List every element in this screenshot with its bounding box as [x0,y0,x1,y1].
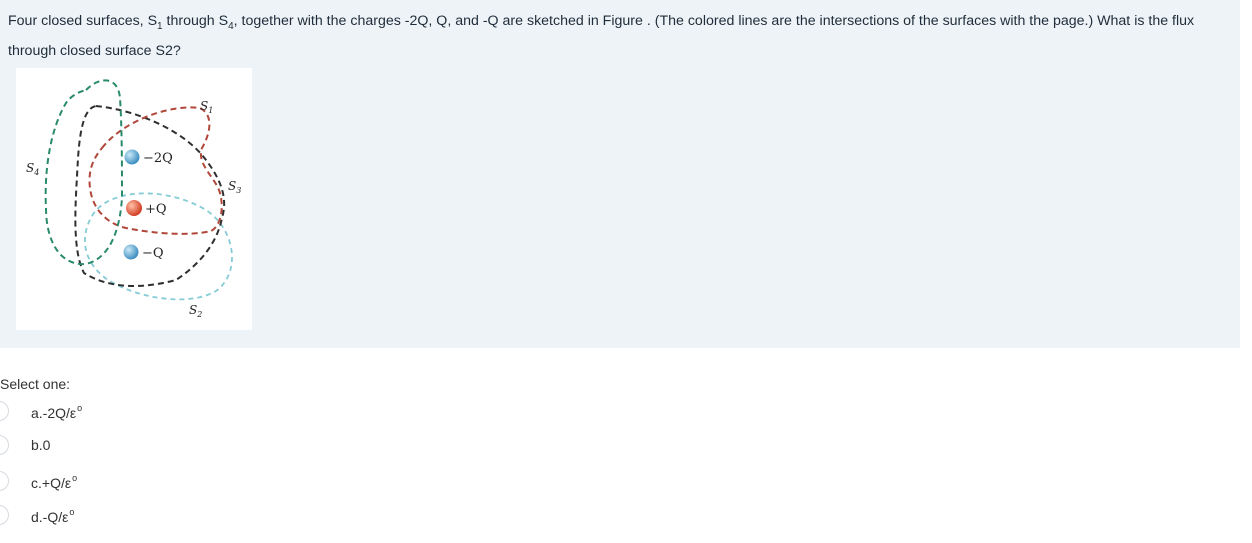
question-text-part: Four closed surfaces, S [8,13,158,29]
select-one-prompt: Select one: [0,376,71,392]
charge-sphere [126,200,142,216]
option-text: a.-2Q/ε [31,405,77,421]
option-c-label: c.+Q/εo [31,473,77,491]
option-d-label: d.-Q/εo [31,507,74,525]
label-s2: S2 [189,303,202,319]
radio-option-b[interactable] [0,435,9,455]
charge-sphere [124,149,140,165]
question-panel: Four closed surfaces, S1 through S4, tog… [0,0,1240,348]
label-s1: S1 [200,99,213,115]
option-b[interactable]: b.0 [0,433,160,457]
option-d[interactable]: d.-Q/εo [0,503,160,527]
radio-option-d[interactable] [0,505,9,525]
question-text: Four closed surfaces, S1 through S4, tog… [8,9,1228,63]
charge-minus-q: −Q [123,244,164,261]
option-b-label: b.0 [31,437,50,453]
option-a[interactable]: a.-2Q/εo [0,399,160,423]
label-s4: S4 [26,161,39,177]
label-s3: S3 [228,179,241,195]
charge-minus-2q: −2Q [124,149,173,166]
option-superscript: o [69,507,75,517]
option-text: c.+Q/ε [31,475,72,491]
charge-label: +Q [145,202,167,217]
option-a-label: a.-2Q/εo [31,403,82,421]
radio-option-a[interactable] [0,401,9,421]
option-superscript: o [77,403,83,413]
option-c[interactable]: c.+Q/εo [0,469,160,493]
option-text: b.0 [31,437,51,453]
gauss-surfaces-figure: −2Q +Q −Q S1 S2 S3 S4 [26,79,241,319]
question-figure: −2Q +Q −Q S1 S2 S3 S4 [16,68,252,330]
charge-label: −2Q [143,151,173,166]
option-superscript: o [72,473,78,483]
charge-sphere [123,244,139,260]
option-text: d.-Q/ε [31,509,69,525]
charge-plus-q: +Q [126,200,167,217]
radio-option-c[interactable] [0,471,9,491]
question-text-part: through S [162,13,229,29]
charge-label: −Q [142,246,164,261]
